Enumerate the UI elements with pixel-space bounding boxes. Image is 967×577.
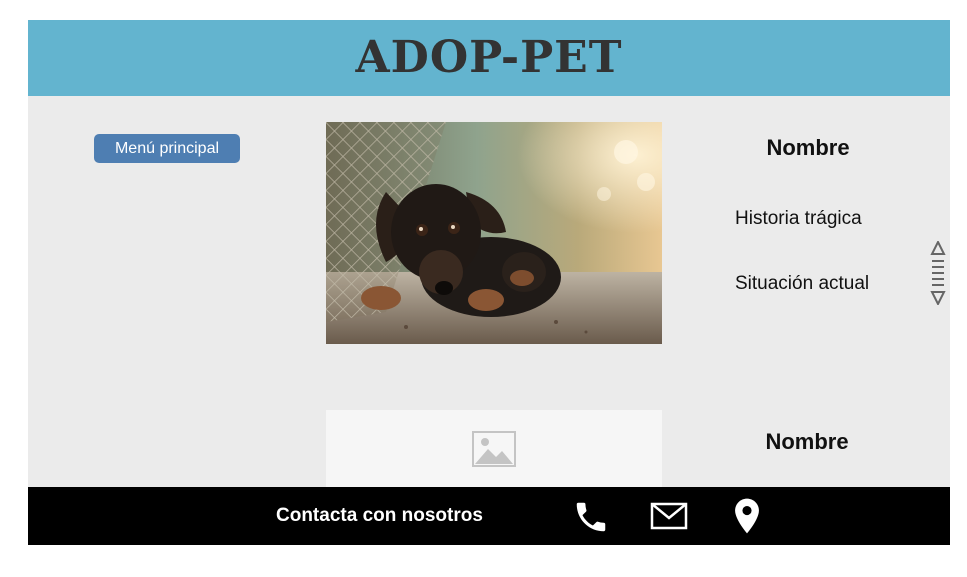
site-title: ADOP-PET (355, 32, 623, 83)
pet-story: Historia trágica (735, 208, 862, 229)
pet-status: Situación actual (735, 273, 870, 294)
page-frame: ADOP-PET Menú principal Nombre Historia … (28, 20, 950, 545)
scroll-control-icon[interactable] (930, 241, 946, 305)
footer: Contacta con nosotros (28, 487, 950, 545)
image-placeholder-icon (472, 431, 516, 467)
pet-name: Nombre (765, 429, 849, 454)
pet-photo-placeholder[interactable] (326, 410, 662, 487)
contact-label: Contacta con nosotros (276, 505, 483, 526)
mail-icon[interactable] (650, 502, 688, 530)
location-pin-icon[interactable] (734, 498, 760, 534)
header: ADOP-PET (28, 20, 950, 96)
main-menu-button[interactable]: Menú principal (94, 134, 240, 163)
pet-photo[interactable] (326, 122, 662, 344)
pet-name: Nombre (766, 135, 850, 160)
phone-icon[interactable] (572, 498, 610, 536)
